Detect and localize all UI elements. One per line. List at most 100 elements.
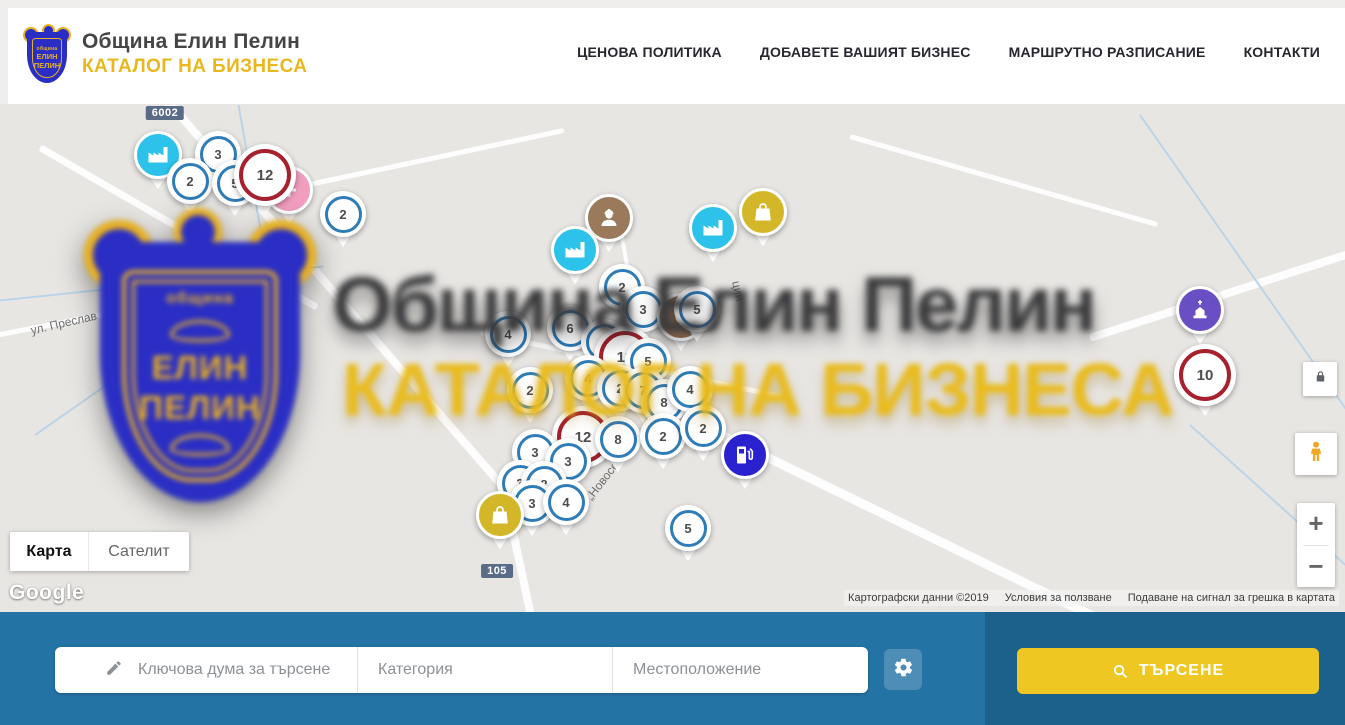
factory-icon — [701, 216, 725, 240]
crest-name-line1: ЕЛИН — [36, 52, 57, 61]
factory-icon — [563, 238, 587, 262]
nav-item-add-business[interactable]: ДОБАВЕТЕ ВАШИЯТ БИЗНЕС — [760, 44, 971, 60]
crest-name-line2: ПЕЛИН — [34, 61, 60, 70]
church-icon — [1188, 298, 1212, 322]
marker-disc: 2 — [507, 367, 553, 413]
map-marker-cluster[interactable]: 2 — [320, 191, 366, 237]
site-subtitle: КАТАЛОГ НА БИЗНЕСА — [82, 56, 307, 78]
map-marker-cluster[interactable]: 2 — [507, 367, 553, 413]
road-number-shield: 105 — [481, 564, 513, 578]
nav-item-pricing[interactable]: ЦЕНОВА ПОЛИТИКА — [577, 44, 722, 60]
map-marker-church[interactable] — [1176, 286, 1224, 334]
marker-count: 3 — [625, 291, 662, 328]
window-edge-left — [0, 0, 8, 104]
marker-disc: 2 — [320, 191, 366, 237]
marker-count: 4 — [490, 316, 527, 353]
map-marker-cluster[interactable]: 5 — [674, 286, 720, 332]
marker-count: 8 — [600, 421, 637, 458]
marker-count: 4 — [548, 484, 585, 521]
map-marker-cluster[interactable]: 10 — [1174, 344, 1236, 406]
map-type-map-button[interactable]: Карта — [10, 532, 89, 571]
pegman-icon — [1304, 440, 1328, 469]
site-title: Община Елин Пелин — [82, 30, 307, 54]
marker-count: 5 — [670, 510, 707, 547]
marker-count: 12 — [239, 149, 291, 201]
map-marker-cluster[interactable]: 12 — [234, 144, 296, 206]
map-marker-cluster[interactable]: 8 — [595, 416, 641, 462]
map-type-control: Карта Сателит — [10, 532, 189, 571]
crest-name-line2: ПЕЛИН — [139, 388, 260, 428]
site-header: община ЕЛИН ПЕЛИН Община Елин Пелин КАТА… — [0, 0, 1345, 105]
map-zoom-control: + − — [1297, 503, 1335, 587]
nav-item-contacts[interactable]: КОНТАКТИ — [1244, 44, 1320, 60]
map-marker-cluster[interactable]: 4 — [485, 311, 531, 357]
map-road-line — [299, 128, 564, 189]
lock-icon — [1313, 369, 1328, 389]
marker-disc: 2 — [167, 158, 213, 204]
street-view-pegman-button[interactable] — [1295, 433, 1337, 475]
nav-item-route-schedule[interactable]: МАРШРУТНО РАЗПИСАНИЕ — [1009, 44, 1206, 60]
marker-count: 4 — [672, 371, 709, 408]
location-dropdown-label: Местоположение — [633, 661, 761, 679]
marker-disc: 5 — [665, 505, 711, 551]
map-marker-shopping-bag[interactable] — [476, 491, 524, 539]
search-icon — [1112, 663, 1129, 680]
gear-icon — [893, 657, 914, 683]
marker-disc: 4 — [543, 479, 589, 525]
map-canvas[interactable]: 6002 105 ул. Преслав бул. „Новоселци ции… — [0, 104, 1345, 612]
keyword-search-input[interactable] — [136, 660, 350, 680]
location-dropdown[interactable]: Местоположение — [613, 647, 868, 693]
map-marker-cluster[interactable]: 5 — [665, 505, 711, 551]
crest-flourish — [170, 434, 230, 456]
page: община ЕЛИН ПЕЛИН Община Елин Пелин КАТА… — [0, 0, 1345, 725]
zoom-in-button[interactable]: + — [1297, 503, 1335, 545]
municipality-crest-logo: община ЕЛИН ПЕЛИН — [24, 25, 70, 83]
marker-disc — [551, 226, 599, 274]
marker-disc — [476, 491, 524, 539]
marker-disc: 12 — [234, 144, 296, 206]
marker-count: 2 — [685, 410, 722, 447]
google-logo[interactable]: Google — [9, 581, 84, 605]
shopping-bag-icon — [751, 200, 775, 224]
map-marker-factory[interactable] — [689, 204, 737, 252]
main-nav: ЦЕНОВА ПОЛИТИКА ДОБАВЕТЕ ВАШИЯТ БИЗНЕС М… — [577, 0, 1320, 104]
marker-disc: 5 — [674, 286, 720, 332]
marker-count: 5 — [679, 291, 716, 328]
map-marker-cluster[interactable]: 2 — [167, 158, 213, 204]
brand-text: Община Елин Пелин КАТАЛОГ НА БИЗНЕСА — [82, 30, 307, 78]
marker-count: 2 — [325, 196, 362, 233]
map-lock-button[interactable] — [1303, 362, 1337, 396]
site-logo[interactable]: община ЕЛИН ПЕЛИН Община Елин Пелин КАТА… — [24, 25, 307, 83]
map-attribution: Картографски данни ©2019 Условия за полз… — [844, 590, 1339, 606]
marker-disc: 10 — [1174, 344, 1236, 406]
category-dropdown[interactable]: Категория — [358, 647, 613, 693]
advanced-search-settings-button[interactable] — [884, 649, 922, 690]
map-marker-cluster[interactable]: 2 — [680, 405, 726, 451]
marker-disc — [1176, 286, 1224, 334]
watermark-municipality-crest: община ЕЛИН ПЕЛИН — [86, 212, 314, 504]
crest-flourish — [170, 320, 230, 342]
map-marker-shopping-bag[interactable] — [739, 188, 787, 236]
search-button[interactable]: ТЪРСЕНЕ — [1017, 648, 1319, 694]
crest-word: община — [166, 290, 234, 308]
map-marker-factory[interactable] — [551, 226, 599, 274]
marker-disc — [689, 204, 737, 252]
map-road-line — [849, 134, 1158, 227]
map-type-satellite-button[interactable]: Сателит — [89, 532, 189, 571]
shopping-bag-icon — [488, 503, 512, 527]
marker-disc: 4 — [485, 311, 531, 357]
attribution-report-error-link[interactable]: Подаване на сигнал за грешка в картата — [1128, 592, 1335, 604]
crest-inner: община ЕЛИН ПЕЛИН — [122, 270, 278, 482]
zoom-out-button[interactable]: − — [1297, 546, 1335, 588]
attribution-copyright: Картографски данни ©2019 — [848, 592, 989, 604]
marker-count: 10 — [1179, 349, 1231, 401]
keyword-field-section — [55, 647, 358, 693]
map-marker-cluster[interactable]: 4 — [543, 479, 589, 525]
search-bar: Категория Местоположение ТЪРСЕНЕ — [0, 612, 1345, 725]
marker-disc — [739, 188, 787, 236]
worker-icon — [597, 206, 621, 230]
search-button-label: ТЪРСЕНЕ — [1139, 662, 1224, 680]
category-dropdown-label: Категория — [378, 661, 453, 679]
map-marker-fuel[interactable] — [721, 431, 769, 479]
attribution-terms-link[interactable]: Условия за ползване — [1005, 592, 1112, 604]
